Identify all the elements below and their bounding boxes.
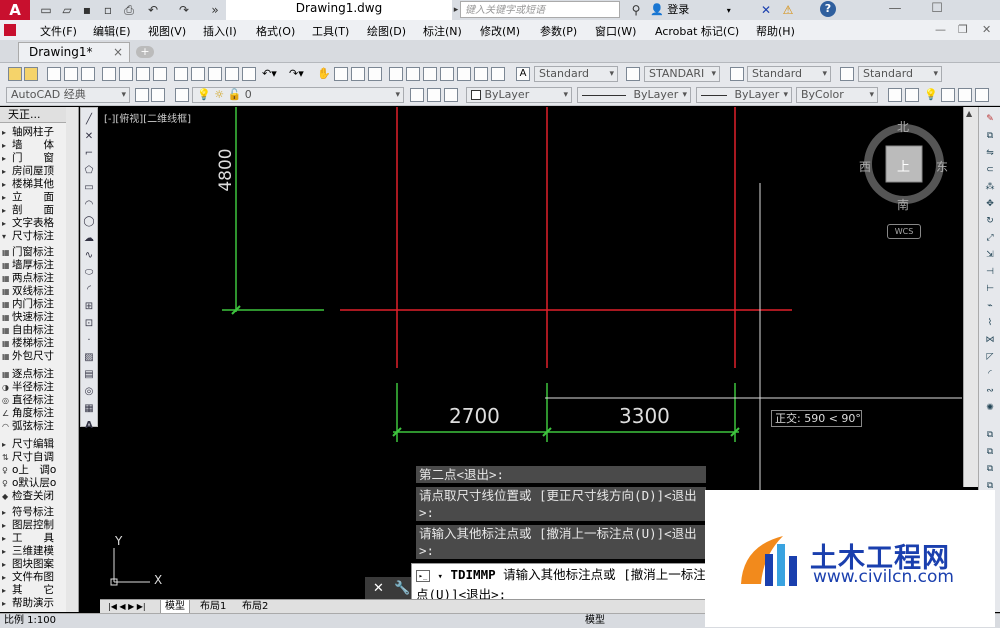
- compass-east[interactable]: 东: [936, 158, 948, 175]
- rotate-icon[interactable]: ↻: [984, 215, 996, 227]
- spline-icon[interactable]: ∿: [83, 250, 95, 262]
- stretch-icon[interactable]: ⇲: [984, 249, 996, 261]
- copy-base-icon[interactable]: ⧉: [984, 446, 996, 458]
- ellipse-arc-icon[interactable]: ◜: [83, 284, 95, 296]
- ellipse-icon[interactable]: ⬭: [83, 267, 95, 279]
- scale-icon[interactable]: ⤢: [984, 232, 996, 244]
- explode-icon[interactable]: ✺: [984, 402, 996, 414]
- break-icon[interactable]: ⌇: [984, 317, 996, 329]
- circle-icon[interactable]: ◯: [83, 216, 95, 228]
- break-point-icon[interactable]: ⌁: [984, 300, 996, 312]
- annotation-scale[interactable]: 比例 1:100: [4, 614, 56, 628]
- rectangle-icon[interactable]: ▭: [83, 182, 95, 194]
- polygon-icon[interactable]: ⬠: [83, 165, 95, 177]
- make-block-icon[interactable]: ⊡: [83, 318, 95, 330]
- compass-top-face[interactable]: 上: [897, 156, 910, 175]
- canvas-vertical-scrollbar[interactable]: ▲: [963, 107, 978, 487]
- compass-south[interactable]: 南: [897, 196, 909, 213]
- move-icon[interactable]: ✥: [984, 198, 996, 210]
- dim-text-vertical: 4800: [216, 148, 236, 192]
- array-icon[interactable]: ⁂: [984, 181, 996, 193]
- copy-clip-icon[interactable]: ⧉: [984, 429, 996, 441]
- close-icon[interactable]: ✕: [373, 581, 384, 596]
- compass-north[interactable]: 北: [897, 118, 909, 135]
- point-icon[interactable]: ·: [83, 335, 95, 347]
- region-icon[interactable]: ◎: [83, 386, 95, 398]
- mtext-icon[interactable]: A: [83, 420, 95, 432]
- compass-west[interactable]: 西: [859, 158, 871, 175]
- command-input[interactable]: ▸_ ▾ TDIMMP 请输入其他标注点或 [撤消上一标注点(U)]<退出>:: [411, 563, 711, 603]
- wrench-icon[interactable]: 🔧: [394, 581, 410, 596]
- tab-model[interactable]: 模型: [160, 600, 190, 614]
- chamfer-icon[interactable]: ◸: [984, 351, 996, 363]
- watermark-url: www.civilcn.com: [813, 567, 954, 587]
- extend-icon[interactable]: ⊢: [984, 283, 996, 295]
- dim-text-2700: 2700: [449, 404, 500, 428]
- insert-block-icon[interactable]: ⊞: [83, 301, 95, 313]
- offset-icon[interactable]: ⊂: [984, 164, 996, 176]
- command-line-controls: ✕ 🔧: [365, 577, 411, 601]
- tab-layout2[interactable]: 布局2: [238, 600, 272, 613]
- command-name: TDIMMP: [450, 567, 496, 582]
- tab-layout1[interactable]: 布局1: [196, 600, 230, 613]
- scroll-up-icon[interactable]: ▲: [966, 109, 972, 118]
- revcloud-icon[interactable]: ☁: [83, 233, 95, 245]
- command-history-line-3: 请输入其他标注点或 [撤消上一标注点(U)]<退出>:: [416, 525, 706, 559]
- viewport-controls[interactable]: [-][俯视][二维线框]: [104, 110, 191, 125]
- gradient-icon[interactable]: ▤: [83, 369, 95, 381]
- command-history-line-2: 请点取尺寸线位置或 [更正尺寸线方向(D)]<退出>:: [416, 487, 706, 521]
- table-icon[interactable]: ▦: [83, 403, 95, 415]
- line-icon[interactable]: ╱: [83, 114, 95, 126]
- polyline-icon[interactable]: ⌐: [83, 148, 95, 160]
- dim-text-3300: 3300: [619, 404, 670, 428]
- layout-nav-icons[interactable]: |◀ ◀ ▶ ▶|: [104, 600, 150, 613]
- chevron-down-icon[interactable]: ▾: [438, 572, 443, 582]
- dim-text-4800-wrap: 4800: [206, 148, 246, 202]
- construction-line-icon[interactable]: ✕: [83, 131, 95, 143]
- watermark-logo: [741, 536, 797, 586]
- trim-icon[interactable]: ⊣: [984, 266, 996, 278]
- model-space-toggle[interactable]: 模型: [585, 614, 605, 628]
- viewcube[interactable]: 北 南 东 西 上: [859, 118, 949, 218]
- blend-icon[interactable]: ∾: [984, 385, 996, 397]
- ucs-y-label: Y: [115, 534, 123, 548]
- wcs-menu[interactable]: WCS: [887, 224, 921, 239]
- erase-icon[interactable]: ✎: [984, 113, 996, 125]
- hatch-icon[interactable]: ▨: [83, 352, 95, 364]
- arc-icon[interactable]: ◠: [83, 199, 95, 211]
- fillet-icon[interactable]: ◜: [984, 368, 996, 380]
- draw-toolbar: ╱ ✕ ⌐ ⬠ ▭ ◠ ◯ ☁ ∿ ⬭ ◜ ⊞ ⊡ · ▨ ▤ ◎ ▦ A: [80, 107, 98, 431]
- command-prompt-icon[interactable]: ▸_: [416, 569, 430, 582]
- ucs-x-label: X: [154, 573, 163, 587]
- command-history-line-1: 第二点<退出>:: [416, 466, 706, 483]
- join-icon[interactable]: ⋈: [984, 334, 996, 346]
- copy-object-icon[interactable]: ⧉: [984, 130, 996, 142]
- mirror-icon[interactable]: ⇋: [984, 147, 996, 159]
- layout-tab-bar: |◀ ◀ ▶ ▶| 模型 布局1 布局2: [100, 599, 710, 614]
- paste-clip-icon[interactable]: ⧉: [984, 463, 996, 475]
- ortho-tooltip: 正交: 590 < 90°: [771, 410, 862, 427]
